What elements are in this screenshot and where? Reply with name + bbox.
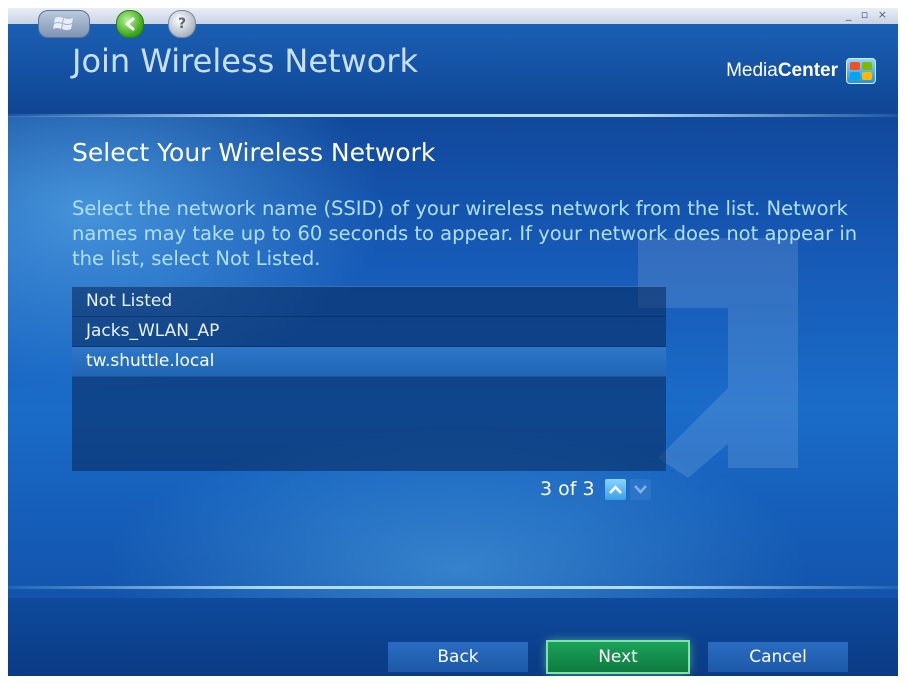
cancel-button[interactable]: Cancel (708, 642, 848, 672)
pager: 3 of 3 (540, 478, 651, 500)
instructions: Select the network name (SSID) of your w… (72, 197, 858, 270)
footer-divider (8, 586, 898, 589)
network-item[interactable]: Jacks_WLAN_AP (72, 317, 666, 347)
next-button[interactable]: Next (548, 642, 688, 672)
back-button[interactable]: Back (388, 642, 528, 672)
section-title: Select Your Wireless Network (72, 138, 436, 167)
brand: MediaCenter (726, 58, 876, 84)
brand-name-bold: Center (777, 60, 838, 81)
windows-flag-icon[interactable] (38, 10, 90, 38)
header-divider (8, 114, 898, 117)
window-controls[interactable]: _ ▫ × (846, 8, 890, 21)
network-item[interactable]: Not Listed (72, 287, 666, 317)
page-count: 3 of 3 (540, 478, 595, 500)
chevron-up-icon[interactable] (604, 478, 626, 500)
network-item[interactable]: tw.shuttle.local (72, 347, 666, 377)
back-arrow-icon[interactable] (116, 10, 144, 38)
brand-name-light: Media (726, 60, 778, 81)
brand-name: MediaCenter (726, 60, 838, 82)
media-center-window: ? _ ▫ × Join Wireless Network MediaCente… (8, 8, 898, 676)
page-title: Join Wireless Network (72, 42, 419, 80)
chevron-down-icon[interactable] (629, 478, 651, 500)
help-icon[interactable]: ? (168, 10, 196, 38)
media-center-logo-icon (846, 58, 876, 84)
network-list: Not Listed Jacks_WLAN_AP tw.shuttle.local (72, 286, 666, 471)
